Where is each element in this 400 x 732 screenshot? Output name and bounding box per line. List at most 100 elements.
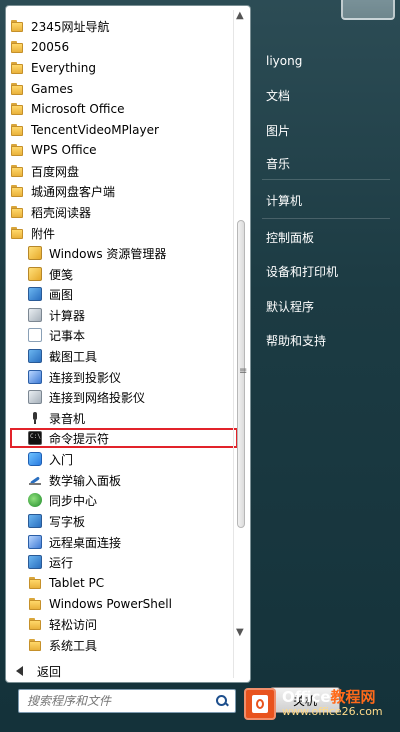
program-item[interactable]: 城通网盘客户端 [10,181,234,201]
accessory-item[interactable]: 系统工具 [28,635,234,655]
vertical-scrollbar[interactable]: ▲ ≡ ▼ [233,10,248,678]
program-label: Microsoft Office [31,102,125,116]
watermark-brand-part1: Office [282,688,331,707]
accessory-label: 同步中心 [49,493,98,508]
program-label: 百度网盘 [31,164,80,179]
search-box[interactable] [18,689,236,713]
program-item[interactable]: 20056 [10,37,234,57]
notepad-icon [28,328,42,342]
right-item-devices-printers[interactable]: 设备和打印机 [266,262,338,280]
right-item-documents[interactable]: 文档 [266,86,290,104]
accessory-label: 截图工具 [49,349,98,364]
program-label: 稻壳阅读器 [31,205,92,220]
accessory-item[interactable]: 同步中心 [28,490,234,510]
explorer-icon [28,246,42,260]
accessory-item[interactable]: Windows 资源管理器 [28,243,234,263]
program-label: WPS Office [31,143,97,157]
right-item-music[interactable]: 音乐 [266,154,290,172]
right-item-label: 默认程序 [266,299,315,314]
program-item[interactable]: 稻壳阅读器 [10,202,234,222]
watermark-brand: Office教程网 [282,688,383,707]
accessory-item[interactable]: 运行 [28,552,234,572]
program-item[interactable]: 百度网盘 [10,161,234,181]
folder-icon [10,164,24,178]
program-item[interactable]: Microsoft Office [10,99,234,119]
right-item-help-support[interactable]: 帮助和支持 [266,331,326,349]
calculator-icon [28,308,42,322]
right-pane: liyong 文档 图片 音乐 计算机 控制面板 设备和打印机 默认程序 帮助和… [256,36,396,396]
accessory-label: 画图 [49,287,74,302]
accessory-item[interactable]: 数学输入面板 [28,470,234,490]
right-item-label: 计算机 [266,193,303,208]
folder-icon [10,226,24,240]
accessory-item[interactable]: 连接到投影仪 [28,367,234,387]
projector-icon [28,370,42,384]
accessory-item[interactable]: 写字板 [28,511,234,531]
program-item[interactable]: WPS Office [10,140,234,160]
accessory-item[interactable]: Windows PowerShell [28,594,234,614]
program-label: Games [31,82,73,96]
search-icon[interactable] [215,694,229,708]
folder-icon [28,597,42,611]
accessory-item[interactable]: 计算器 [28,305,234,325]
accessory-item-selected[interactable]: 命令提示符 [28,428,234,448]
folder-icon [28,638,42,652]
sound-recorder-icon [28,411,42,425]
getting-started-icon [28,452,42,466]
program-item[interactable]: 2345网址导航 [10,16,234,36]
accessory-item[interactable]: 录音机 [28,408,234,428]
program-item[interactable]: 附件 [10,223,234,243]
accessory-label: 系统工具 [49,638,98,653]
accessory-item[interactable]: 截图工具 [28,346,234,366]
accessory-label: 入门 [49,452,74,467]
accessory-item[interactable]: Tablet PC [28,573,234,593]
back-label: 返回 [37,664,62,679]
right-item-label: 音乐 [266,156,291,171]
accessory-label: 写字板 [49,514,86,529]
right-item-label: liyong [266,54,303,68]
program-label: TencentVideoMPlayer [31,123,159,137]
accessory-item[interactable]: 入门 [28,449,234,469]
wordpad-icon [28,514,42,528]
program-label: 20056 [31,40,70,54]
command-prompt-icon [28,431,42,445]
user-avatar[interactable] [341,0,395,20]
accessory-item[interactable]: 记事本 [28,325,234,345]
right-separator [262,179,390,180]
back-button[interactable]: 返回 [6,661,238,681]
right-item-label: 图片 [266,123,291,138]
watermark-text: Office教程网 www.office26.com [282,688,383,719]
right-item-label: 文档 [266,88,291,103]
watermark-url: www.office26.com [282,705,383,719]
accessory-label: 连接到网络投影仪 [49,390,146,405]
accessory-item[interactable]: 轻松访问 [28,614,234,634]
program-item[interactable]: TencentVideoMPlayer [10,120,234,140]
scroll-up-arrow-icon[interactable]: ▲ [236,10,244,21]
accessory-item[interactable]: 画图 [28,284,234,304]
right-item-control-panel[interactable]: 控制面板 [266,228,314,246]
right-separator [262,218,390,219]
accessory-item[interactable]: 便笺 [28,264,234,284]
folder-icon [28,576,42,590]
right-item-computer[interactable]: 计算机 [266,191,302,209]
scrollbar-grip-icon: ≡ [239,366,248,377]
program-item[interactable]: Games [10,79,234,99]
folder-icon [10,123,24,137]
office-logo-icon [244,688,276,720]
program-item[interactable]: Everything [10,58,234,78]
accessory-label: 远程桌面连接 [49,535,122,550]
right-item-user[interactable]: liyong [266,52,302,70]
programs-pane: 2345网址导航 20056 Everything Games Microsof… [5,5,251,683]
right-item-pictures[interactable]: 图片 [266,121,290,139]
folder-icon [10,61,24,75]
search-input[interactable] [25,690,215,712]
accessory-item[interactable]: 远程桌面连接 [28,532,234,552]
accessory-label: 命令提示符 [49,431,110,446]
scroll-down-arrow-icon[interactable]: ▼ [236,627,244,638]
right-item-default-programs[interactable]: 默认程序 [266,297,314,315]
paint-icon [28,287,42,301]
accessory-item[interactable]: 连接到网络投影仪 [28,387,234,407]
right-item-label: 设备和打印机 [266,264,339,279]
folder-icon [10,205,24,219]
folder-icon [10,82,24,96]
